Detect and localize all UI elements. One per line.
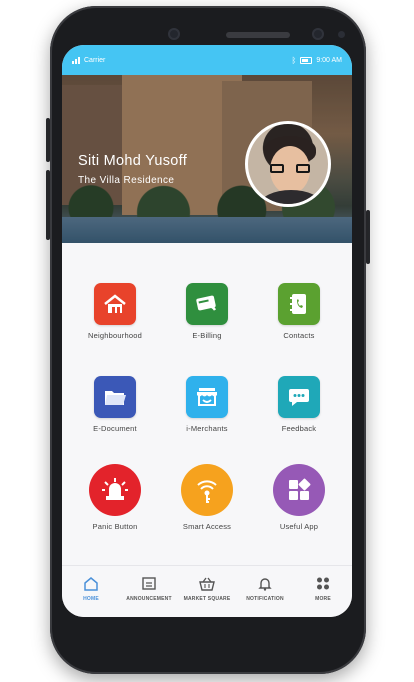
nav-label: MORE bbox=[315, 596, 331, 602]
card-icon bbox=[186, 283, 228, 325]
home-icon bbox=[84, 577, 98, 591]
power-button bbox=[366, 210, 370, 264]
basket-icon bbox=[199, 577, 215, 591]
nav-more[interactable]: MORE bbox=[294, 576, 352, 602]
user-name: Siti Mohd Yusoff bbox=[78, 153, 188, 169]
nav-home[interactable]: HOME bbox=[62, 576, 120, 602]
status-bar: Carrier ᛒ 9:00 AM bbox=[62, 45, 352, 75]
tile-label: E-Document bbox=[93, 424, 137, 433]
shop-icon bbox=[186, 376, 228, 418]
chat-icon bbox=[278, 376, 320, 418]
tile-smart-access[interactable]: Smart Access bbox=[159, 464, 255, 531]
apps-icon bbox=[273, 464, 325, 516]
nav-market-square[interactable]: MARKET SQUARE bbox=[178, 576, 236, 602]
announcement-icon bbox=[142, 577, 156, 590]
folder-icon bbox=[94, 376, 136, 418]
tile-i-merchants[interactable]: i-Merchants bbox=[159, 376, 255, 433]
tile-contacts[interactable]: Contacts bbox=[251, 283, 347, 340]
clock-label: 9:00 AM bbox=[316, 56, 342, 64]
tile-label: Neighbourhood bbox=[88, 331, 142, 340]
tile-label: Panic Button bbox=[92, 522, 138, 531]
avatar[interactable] bbox=[245, 121, 331, 207]
key-signal-icon bbox=[181, 464, 233, 516]
signal-icon bbox=[72, 56, 80, 64]
siren-icon bbox=[89, 464, 141, 516]
tile-feedback[interactable]: Feedback bbox=[251, 376, 347, 433]
tile-panic-button[interactable]: Panic Button bbox=[67, 464, 163, 531]
speaker-grille bbox=[226, 32, 290, 38]
tile-neighbourhood[interactable]: Neighbourhood bbox=[67, 283, 163, 340]
nav-label: HOME bbox=[83, 596, 99, 602]
tile-e-document[interactable]: E-Document bbox=[67, 376, 163, 433]
battery-icon bbox=[300, 56, 313, 64]
bottom-nav: HOME ANNOUNCEMENT MARKET SQUARE NOTIFICA… bbox=[62, 565, 352, 617]
tile-label: Useful App bbox=[279, 522, 319, 531]
nav-notification[interactable]: NOTIFICATION bbox=[236, 576, 294, 602]
bluetooth-icon: ᛒ bbox=[291, 55, 297, 65]
nav-label: MARKET SQUARE bbox=[183, 596, 231, 602]
sensor-icon bbox=[168, 28, 180, 40]
bell-icon bbox=[258, 578, 272, 591]
house-icon bbox=[94, 283, 136, 325]
tile-label: E-Billing bbox=[192, 331, 222, 340]
app-screen: Carrier ᛒ 9:00 AM Siti Mohd Yusoff The V… bbox=[62, 45, 352, 617]
tile-label: Smart Access bbox=[182, 522, 232, 531]
tile-label: i-Merchants bbox=[186, 424, 228, 433]
residence-name: The Villa Residence bbox=[78, 175, 175, 186]
tile-e-billing[interactable]: E-Billing bbox=[159, 283, 255, 340]
nav-announcement[interactable]: ANNOUNCEMENT bbox=[120, 576, 178, 602]
nav-label: NOTIFICATION bbox=[246, 596, 284, 602]
tile-label: Contacts bbox=[283, 331, 315, 340]
more-dots-icon bbox=[317, 577, 329, 590]
nav-label: ANNOUNCEMENT bbox=[126, 596, 172, 602]
carrier-label: Carrier bbox=[84, 56, 106, 64]
contacts-book-icon bbox=[278, 283, 320, 325]
tile-useful-app[interactable]: Useful App bbox=[251, 464, 347, 531]
profile-header: Siti Mohd Yusoff The Villa Residence bbox=[62, 75, 352, 243]
tile-label: Feedback bbox=[281, 424, 317, 433]
front-camera-icon bbox=[312, 28, 324, 40]
proximity-sensor-icon bbox=[338, 31, 345, 38]
